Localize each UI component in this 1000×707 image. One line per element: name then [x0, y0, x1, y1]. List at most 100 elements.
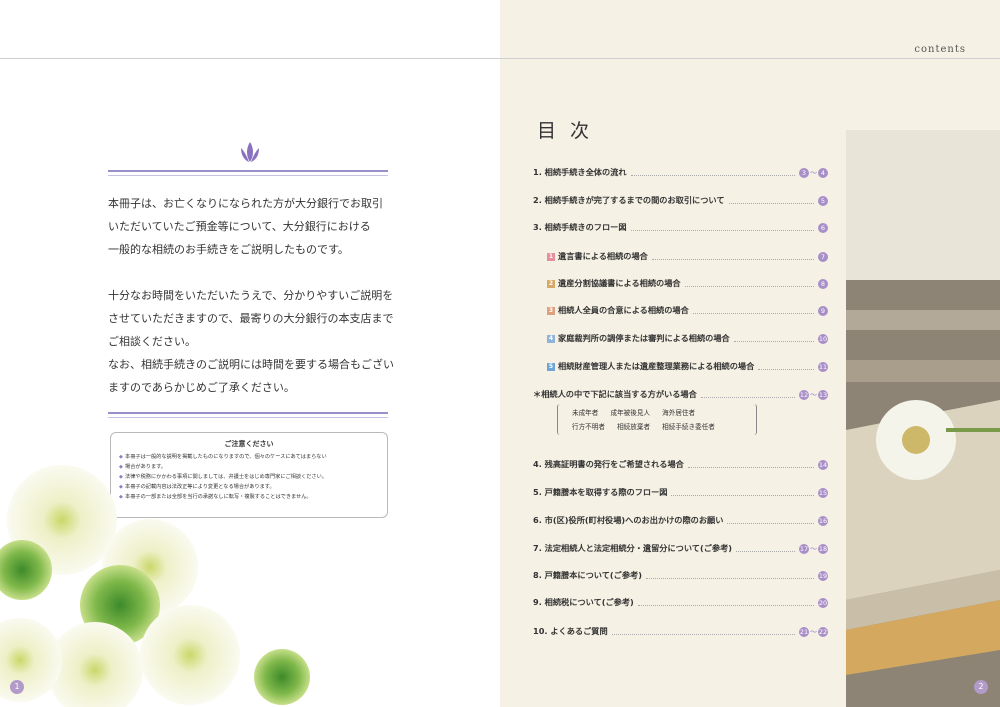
page-number-badge: 11 [818, 361, 828, 372]
toc-entry-label: 1. 相続手続き全体の流れ [533, 166, 627, 178]
flowers-image [0, 465, 310, 707]
intro-line: 十分なお時間をいただいたうえで、分かりやすいご説明を [108, 289, 394, 302]
leader-dots [645, 572, 814, 579]
toc-entry-label: 5. 戸籍謄本を取得する際のフロー図 [533, 486, 667, 498]
toc-entry-text: 8. 戸籍謄本について(ご参考) [533, 570, 642, 580]
toc-entry-label: 2 遺産分割協議書による相続の場合 [547, 277, 681, 289]
toc-entry[interactable]: 9. 相続税について(ご参考) 20 [533, 594, 828, 610]
toc-entry[interactable]: 10. よくあるご質問 21 ～ 22 [533, 623, 828, 639]
left-page: 本冊子は、お亡くなりになられた方が大分銀行でお取引 いただいていたご預金等につい… [0, 0, 500, 707]
top-rule-thin [108, 175, 388, 176]
leader-dots [733, 335, 814, 342]
intro-text: 本冊子は、お亡くなりになられた方が大分銀行でお取引 いただいていたご預金等につい… [108, 192, 398, 399]
toc-entry[interactable]: 2 遺産分割協議書による相続の場合 8 [547, 275, 828, 291]
intro-line: させていただきますので、最寄りの大分銀行の本支店まで [108, 312, 394, 325]
toc-entry[interactable]: 1. 相続手続き全体の流れ 3 ～ 4 [533, 164, 828, 180]
toc-entry-text: 家庭裁判所の調停または審判による相続の場合 [558, 333, 730, 343]
page-number-left: 1 [10, 680, 24, 694]
toc-page-ref: 14 [818, 459, 828, 470]
toc-page-ref: 11 [818, 361, 828, 372]
toc-entry[interactable]: 7. 法定相続人と法定相続分・遺留分について(ご参考) 17 ～ 18 [533, 540, 828, 556]
toc-entry-label: 5 相続財産管理人または遺産整理業務による相続の場合 [547, 360, 754, 372]
toc-entry-text: 7. 法定相続人と法定相続分・遺留分について(ご参考) [533, 543, 733, 553]
toc-entry[interactable]: 1 遺言書による相続の場合 7 [547, 248, 828, 264]
toc-entry[interactable]: 4 家庭裁判所の調停または審判による相続の場合 10 [547, 330, 828, 346]
toc-entry[interactable]: 4. 残高証明書の発行をご希望される場合 14 [533, 456, 828, 472]
page-number-badge: 20 [818, 597, 828, 608]
sub-list-row-1: 未成年者 成年被後見人 海外居住者 [572, 407, 705, 417]
toc-entry-label: 3 相続人全員の合意による相続の場合 [547, 304, 689, 316]
toc-entry-label: 6. 市(区)役所(町村役場)へのお出かけの際のお願い [533, 514, 723, 526]
toc-entry-label: 8. 戸籍謄本について(ご参考) [533, 569, 642, 581]
toc-page-ref: 6 [818, 222, 828, 233]
section-number-badge: 4 [547, 334, 555, 343]
page-number-badge: 15 [818, 487, 828, 498]
toc-entry-text: 10. よくあるご質問 [533, 626, 608, 636]
toc-page-ref: 17 ～ 18 [799, 543, 828, 554]
toc-entry[interactable]: 5. 戸籍謄本を取得する際のフロー図 15 [533, 484, 828, 500]
toc-entry[interactable]: 3 相続人全員の合意による相続の場合 9 [547, 302, 828, 318]
toc-page-ref: 19 [818, 570, 828, 581]
toc-entry[interactable]: 6. 市(区)役所(町村役場)へのお出かけの際のお願い 16 [533, 512, 828, 528]
toc-entry[interactable]: 3. 相続手続きのフロー図 6 [533, 219, 828, 235]
lotus-icon [241, 142, 259, 162]
leader-dots [630, 169, 795, 176]
page-number-badge: 4 [818, 167, 828, 178]
page-number-badge: 7 [818, 251, 828, 262]
section-number-badge: 1 [547, 252, 555, 261]
range-tilde: ～ [810, 544, 817, 553]
sub-list-row-2: 行方不明者 相続放棄者 相続手続き委任者 [572, 421, 725, 431]
section-number-badge: 2 [547, 279, 555, 288]
page-number-badge: 19 [818, 570, 828, 581]
section-number-badge: 3 [547, 306, 555, 315]
intro-line: いただいていたご預金等について、大分銀行における [108, 220, 371, 233]
page-number-badge: 3 [799, 167, 809, 178]
page-number-badge: 21 [799, 626, 809, 637]
toc-page-ref: 15 [818, 487, 828, 498]
header-line [0, 58, 1000, 59]
contents-label: contents [914, 44, 966, 55]
bottom-rule [108, 412, 388, 414]
toc-entry-label: ＊相続人の中で下記に該当する方がいる場合 [533, 388, 697, 400]
leader-dots [728, 197, 814, 204]
toc-entry-label: 4. 残高証明書の発行をご希望される場合 [533, 458, 684, 470]
toc-page-ref: 9 [818, 305, 828, 316]
toc-entry-text: 6. 市(区)役所(町村役場)へのお出かけの際のお願い [533, 515, 724, 525]
page-number-badge: 6 [818, 222, 828, 233]
toc-page-ref: 20 [818, 597, 828, 608]
leader-dots [700, 391, 795, 398]
toc-page-ref: 3 ～ 4 [799, 167, 828, 178]
leader-dots [692, 307, 814, 314]
intro-line: 一般的な相続のお手続きをご説明したものです。 [108, 243, 349, 256]
toc-entry[interactable]: 8. 戸籍謄本について(ご参考) 19 [533, 567, 828, 583]
toc-page-ref: 7 [818, 251, 828, 262]
bottom-rule-thin [108, 417, 388, 418]
sub-item: 成年被後見人 [610, 409, 651, 417]
toc-page-ref: 5 [818, 195, 828, 206]
toc-page-ref: 8 [818, 278, 828, 289]
intro-line: ますのであらかじめご了承ください。 [108, 381, 295, 394]
leader-dots [727, 517, 814, 524]
leader-dots [611, 628, 795, 635]
toc-entry-text: 9. 相続税について(ご参考) [533, 597, 634, 607]
toc-entry-text: 相続人全員の合意による相続の場合 [558, 305, 689, 315]
sub-item: 未成年者 [572, 409, 599, 417]
leader-dots [671, 489, 814, 496]
toc-entry[interactable]: 2. 相続手続きが完了するまでの間のお取引について 5 [533, 192, 828, 208]
toc-entry-label: 3. 相続手続きのフロー図 [533, 221, 627, 233]
toc-entry[interactable]: ＊相続人の中で下記に該当する方がいる場合 12 ～ 13 [533, 386, 828, 402]
toc-entry-text: 遺産分割協議書による相続の場合 [558, 278, 681, 288]
page-number-badge: 14 [818, 459, 828, 470]
leader-dots [758, 363, 814, 370]
intro-line: ご相談ください。 [108, 335, 196, 348]
page-number-badge: 10 [818, 333, 828, 344]
toc-entry[interactable]: 5 相続財産管理人または遺産整理業務による相続の場合 11 [547, 358, 828, 374]
toc-entry-label: 10. よくあるご質問 [533, 625, 608, 637]
sub-item: 相続手続き委任者 [662, 423, 715, 431]
leader-dots [637, 599, 814, 606]
sub-item: 相続放棄者 [617, 423, 651, 431]
range-tilde: ～ [810, 390, 817, 399]
leader-dots [630, 224, 814, 231]
range-tilde: ～ [810, 627, 817, 636]
page-number-badge: 16 [818, 515, 828, 526]
